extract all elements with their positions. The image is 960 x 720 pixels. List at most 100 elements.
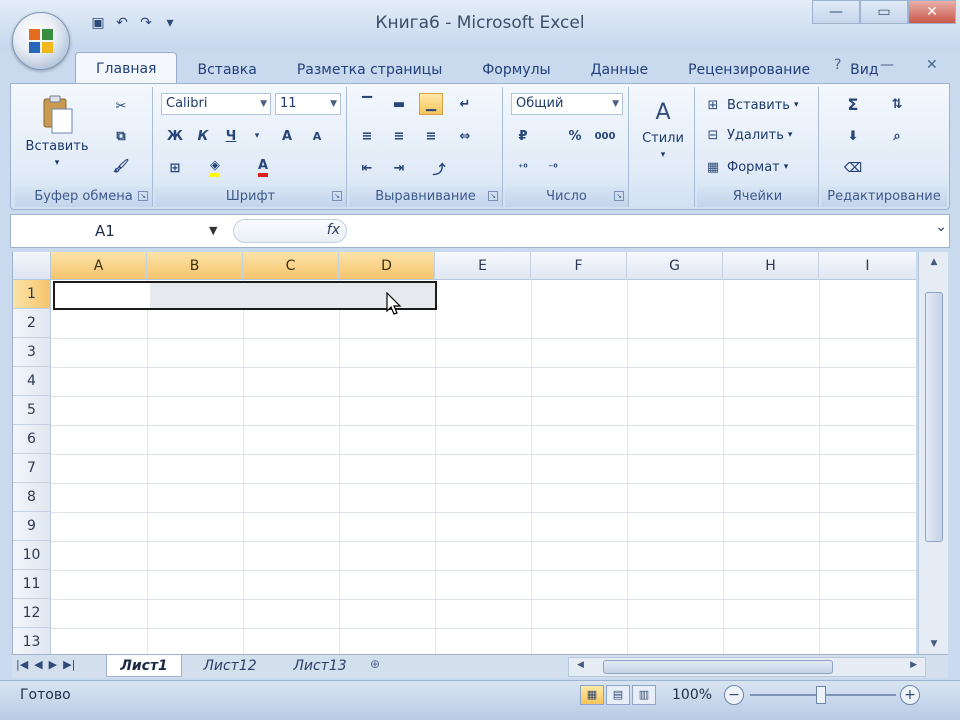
orientation-icon[interactable]: ⤴ (427, 157, 451, 179)
zoom-level[interactable]: 100% (672, 687, 712, 703)
scroll-thumb[interactable] (603, 660, 833, 674)
underline-button[interactable]: Ч (219, 125, 243, 147)
first-sheet-icon[interactable]: |◀ (16, 658, 28, 671)
row-header[interactable]: 11 (13, 570, 51, 599)
row-header[interactable]: 3 (13, 338, 51, 367)
expand-formula-bar-icon[interactable]: ⌄ (935, 219, 947, 235)
column-header[interactable]: E (435, 252, 531, 280)
borders-icon[interactable]: ⊞ (163, 157, 187, 179)
active-cell[interactable] (55, 283, 149, 308)
tab-data[interactable]: Данные (571, 56, 669, 84)
maximize-button[interactable]: ▭ (860, 0, 908, 24)
align-left-icon[interactable]: ≡ (355, 125, 379, 147)
scroll-right-icon[interactable]: ▶ (910, 660, 917, 670)
merge-center-icon[interactable]: ⇔ (453, 125, 477, 147)
clear-icon[interactable]: ⌫ (841, 157, 865, 179)
row-header[interactable]: 5 (13, 396, 51, 425)
ribbon-minimize-button[interactable]: — (880, 57, 894, 73)
bold-button[interactable]: Ж (163, 125, 187, 147)
thousands-button[interactable]: 000 (593, 125, 617, 147)
worksheet-grid[interactable]: A B C D E F G H I 1 2 3 4 5 6 7 8 9 10 1… (12, 252, 916, 654)
align-top-icon[interactable]: ▔ (355, 93, 379, 115)
formula-input[interactable] (351, 215, 919, 247)
dialog-launcher-icon[interactable]: ↘ (488, 191, 498, 201)
sheet-tab[interactable]: Лист13 (278, 655, 362, 677)
dialog-launcher-icon[interactable]: ↘ (614, 191, 624, 201)
select-all-button[interactable] (13, 252, 51, 280)
sheet-tab[interactable]: Лист1 (106, 655, 182, 677)
fill-color-icon[interactable]: ◈ (203, 157, 227, 179)
insert-function-button[interactable]: fx (327, 222, 340, 238)
ribbon-close-button[interactable]: ✕ (926, 57, 938, 73)
tab-insert[interactable]: Вставка (177, 56, 276, 84)
format-painter-icon[interactable]: 🖌 (109, 155, 133, 177)
page-layout-view-icon[interactable]: ▤ (606, 685, 630, 705)
name-box[interactable]: A1 ▼ (11, 215, 229, 247)
grow-font-button[interactable]: A (275, 125, 299, 147)
decrease-decimal-icon[interactable]: ⁻⁰ (541, 157, 565, 179)
row-header[interactable]: 2 (13, 309, 51, 338)
office-button[interactable] (12, 12, 70, 70)
column-header[interactable]: A (51, 252, 147, 280)
help-icon[interactable]: ? (834, 57, 841, 73)
insert-cells-button[interactable]: ⊞ Вставить ▾ (703, 95, 799, 115)
close-button[interactable]: ✕ (908, 0, 956, 24)
column-header[interactable]: D (339, 252, 435, 280)
insert-sheet-icon[interactable]: ⊕ (370, 657, 396, 675)
sort-filter-icon[interactable]: ⇅ (885, 93, 909, 115)
align-middle-icon[interactable]: ▬ (387, 93, 411, 115)
percent-button[interactable]: % (563, 125, 587, 147)
fill-icon[interactable]: ⬇ (841, 125, 865, 147)
align-bottom-icon[interactable]: ▁ (419, 93, 443, 115)
wrap-text-icon[interactable]: ↵ (453, 93, 477, 115)
page-break-view-icon[interactable]: ▥ (632, 685, 656, 705)
copy-icon[interactable]: ⧉ (109, 125, 133, 147)
dialog-launcher-icon[interactable]: ↘ (332, 191, 342, 201)
font-color-icon[interactable]: A (251, 157, 275, 179)
row-header[interactable]: 6 (13, 425, 51, 454)
row-header[interactable]: 7 (13, 454, 51, 483)
increase-indent-icon[interactable]: ⇥ (387, 157, 411, 179)
minimize-button[interactable]: — (812, 0, 860, 24)
column-header[interactable]: I (819, 252, 916, 280)
underline-dropdown-icon[interactable]: ▾ (245, 125, 269, 147)
find-select-icon[interactable]: ⌕ (885, 125, 909, 147)
italic-button[interactable]: К (191, 125, 215, 147)
align-right-icon[interactable]: ≡ (419, 125, 443, 147)
paste-button[interactable]: Вставить ▾ (26, 95, 88, 168)
zoom-slider-thumb[interactable] (816, 686, 826, 704)
last-sheet-icon[interactable]: ▶| (63, 658, 75, 671)
zoom-in-icon[interactable]: + (900, 685, 920, 705)
font-size-combo[interactable]: 11 ▼ (275, 93, 341, 115)
align-center-icon[interactable]: ≡ (387, 125, 411, 147)
tab-formulas[interactable]: Формулы (462, 56, 570, 84)
tab-review[interactable]: Рецензирование (668, 56, 830, 84)
normal-view-icon[interactable]: ▦ (580, 685, 604, 705)
font-name-combo[interactable]: Calibri ▼ (161, 93, 271, 115)
paste-dropdown-icon[interactable]: ▾ (55, 158, 60, 168)
delete-cells-button[interactable]: ⊟ Удалить ▾ (703, 125, 793, 145)
decrease-indent-icon[interactable]: ⇤ (355, 157, 379, 179)
vertical-scrollbar[interactable]: ▲ ▼ (918, 252, 948, 654)
scroll-up-icon[interactable]: ▲ (923, 254, 945, 270)
currency-icon[interactable]: ₽ (511, 125, 535, 147)
column-header[interactable]: C (243, 252, 339, 280)
row-header[interactable]: 13 (13, 628, 51, 654)
next-sheet-icon[interactable]: ▶ (49, 658, 57, 671)
zoom-out-icon[interactable]: − (724, 685, 744, 705)
row-header[interactable]: 8 (13, 483, 51, 512)
scroll-down-icon[interactable]: ▼ (923, 636, 945, 652)
horizontal-scrollbar[interactable]: ◀ ▶ (568, 657, 926, 677)
autosum-button[interactable]: Σ (841, 93, 865, 115)
row-header[interactable]: 4 (13, 367, 51, 396)
sheet-tab[interactable]: Лист12 (188, 655, 272, 677)
selected-range[interactable] (53, 281, 437, 310)
scroll-left-icon[interactable]: ◀ (577, 660, 584, 670)
row-header[interactable]: 10 (13, 541, 51, 570)
number-format-combo[interactable]: Общий ▼ (511, 93, 623, 115)
styles-button[interactable]: A Стили ▾ (637, 97, 689, 161)
column-header[interactable]: B (147, 252, 243, 280)
column-header[interactable]: G (627, 252, 723, 280)
cut-icon[interactable]: ✂ (109, 95, 133, 117)
prev-sheet-icon[interactable]: ◀ (34, 658, 42, 671)
